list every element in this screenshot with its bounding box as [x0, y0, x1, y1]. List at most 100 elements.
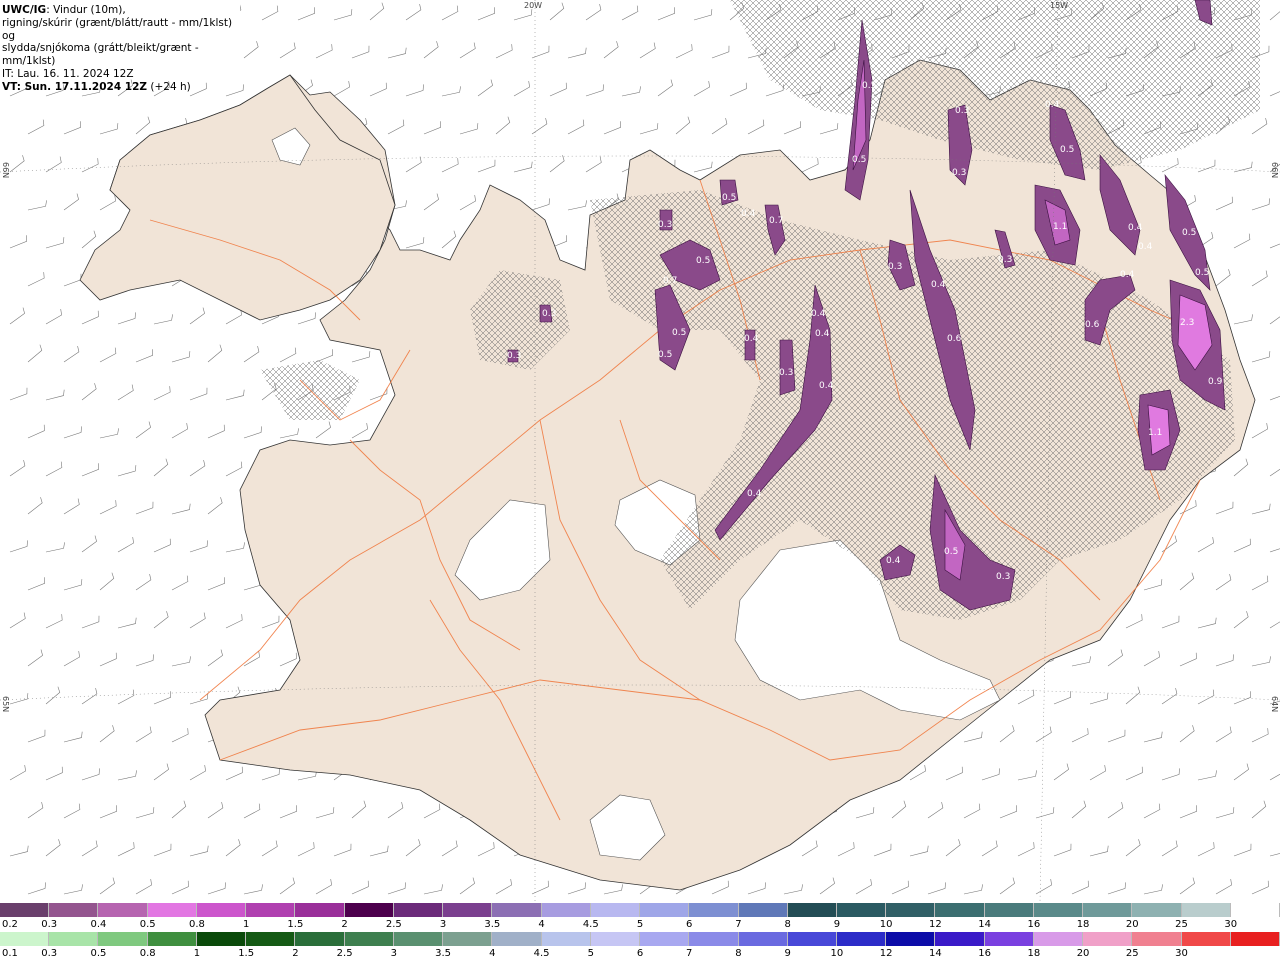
snow-color-scale [0, 903, 1280, 917]
init-time: IT: Lau. 16. 11. 2024 12Z [2, 67, 134, 80]
forecast-offset: (+24 h) [147, 80, 191, 93]
legend-swatch [49, 932, 99, 946]
precip-label: 0.4 [815, 329, 830, 339]
legend-swatch [541, 932, 591, 946]
legend-swatch [836, 903, 887, 917]
legend-label: 2 [341, 919, 348, 930]
map-header: UWC/IG: Vindur (10m), rigning/skúrir (gr… [0, 0, 240, 93]
legend-label: 8 [784, 919, 791, 930]
precip-label: 2.3 [1180, 318, 1194, 328]
legend-label: 20 [1125, 919, 1139, 930]
legend-label: 0.5 [90, 948, 107, 959]
legend-swatch [984, 932, 1034, 946]
precip-label: 0.5 [722, 193, 736, 203]
legend-label: 1.5 [238, 948, 255, 959]
legend-label: 0.8 [139, 948, 156, 959]
legend-swatch [1083, 932, 1133, 946]
legend-swatch [492, 903, 542, 917]
legend-swatch [1181, 903, 1231, 917]
header-line1: : Vindur (10m), [46, 4, 126, 16]
legend-label: 7 [735, 919, 742, 930]
precip-label: 0.5 [1060, 145, 1074, 155]
snow-scale-labels: 0.2 0.3 0.4 0.5 0.8 1 1.5 2 2.5 3 3.5 4 4.5 5 6 7 8 9 10 12… [0, 919, 1280, 931]
precip-label: 0.7 [663, 276, 677, 286]
legend-swatch [0, 932, 50, 946]
legend-label: 1 [242, 919, 250, 930]
grid-label-64n-right: 64N [1270, 696, 1279, 713]
legend-label: 3 [390, 948, 398, 959]
legend-swatch [886, 903, 936, 917]
legend-label: 16 [978, 948, 991, 959]
legend-swatch [344, 903, 394, 917]
grid-label-15w: 15W [1050, 1, 1069, 10]
legend-swatch [147, 903, 197, 917]
precip-label: 0.4 [819, 381, 834, 391]
precip-label: 0.4 [1138, 242, 1153, 252]
legend-label: 14 [929, 948, 942, 959]
legend-label: 12 [879, 948, 893, 959]
legend-swatch [1132, 932, 1182, 946]
legend-swatch [984, 903, 1034, 917]
legend-label: 30 [1175, 948, 1188, 959]
legend-swatch [147, 932, 197, 946]
precip-label: 0.3 [952, 168, 966, 178]
legend-label: 0.1 [2, 948, 18, 959]
legend-swatch [344, 932, 394, 946]
legend-swatch [0, 903, 50, 917]
legend-label: 12 [929, 919, 942, 930]
precip-label: 0.5 [852, 155, 866, 165]
precip-label: 0.4 [1128, 223, 1143, 233]
legend-swatch [738, 903, 788, 917]
legend-swatch [295, 932, 345, 946]
precip-label: 0.7 [769, 216, 783, 226]
legend-swatch [1230, 903, 1280, 917]
legend-label: 8 [735, 948, 742, 959]
legend-swatch [492, 932, 542, 946]
legend-label: 0.2 [2, 919, 18, 930]
legend-label: 0.8 [188, 919, 205, 930]
legend-label: 1.5 [287, 919, 304, 930]
legend-label: 18 [1076, 919, 1090, 930]
legend-label: 10 [879, 919, 893, 930]
legend-swatch [640, 903, 690, 917]
precip-label: 0.3 [542, 309, 556, 319]
rain-scale-labels: 0.1 0.3 0.5 0.8 1 1.5 2 2.5 3 3.5 4 4.5 5 6 7 8 9 10 12 14 1… [0, 948, 1280, 960]
legend-label: 4 [489, 948, 496, 959]
grid-label-65n-left: 65N [1, 696, 10, 713]
precip-label: 0.6 [1085, 320, 1100, 330]
legend-label: 14 [978, 919, 991, 930]
legend-swatch [98, 903, 148, 917]
legend-swatch [689, 932, 739, 946]
precip-label: 0.5 [944, 547, 958, 557]
legend-label: 20 [1076, 948, 1090, 959]
legend-label: 6 [636, 948, 644, 959]
legend-swatch [836, 932, 887, 946]
grid-label-66n-left: 66N [1, 162, 10, 179]
legend-label: 0.4 [90, 919, 107, 930]
precip-label: 0.9 [1208, 377, 1223, 387]
legend-label: 9 [833, 919, 841, 930]
precip-label: 1.1 [1053, 222, 1067, 232]
legend-swatch [98, 932, 148, 946]
valid-time: VT: Sun. 17.11.2024 12Z [2, 80, 148, 93]
precip-label: 0.4 [811, 309, 826, 319]
legend-swatch [738, 932, 788, 946]
legend-label: 18 [1027, 948, 1041, 959]
legend-swatch [393, 903, 444, 917]
legend-label: 10 [830, 948, 844, 959]
legend-label: 7 [686, 948, 693, 959]
legend-label: 30 [1224, 919, 1238, 930]
legend-label: 0.5 [139, 919, 156, 930]
legend-swatch [787, 903, 837, 917]
legend-label: 4.5 [582, 919, 599, 930]
legend-label: 25 [1125, 948, 1139, 959]
legend-swatch [196, 932, 247, 946]
legend-swatch [49, 903, 99, 917]
precip-label: 0.5 [672, 328, 686, 338]
header-line3: slydda/snjókoma (grátt/bleikt/grænt - mm… [2, 42, 199, 68]
legend-label: 0.3 [41, 919, 58, 930]
legend-swatch [443, 903, 493, 917]
legend-swatch [443, 932, 493, 946]
precip-label: 0.4 [747, 489, 762, 499]
legend-swatch [541, 903, 591, 917]
